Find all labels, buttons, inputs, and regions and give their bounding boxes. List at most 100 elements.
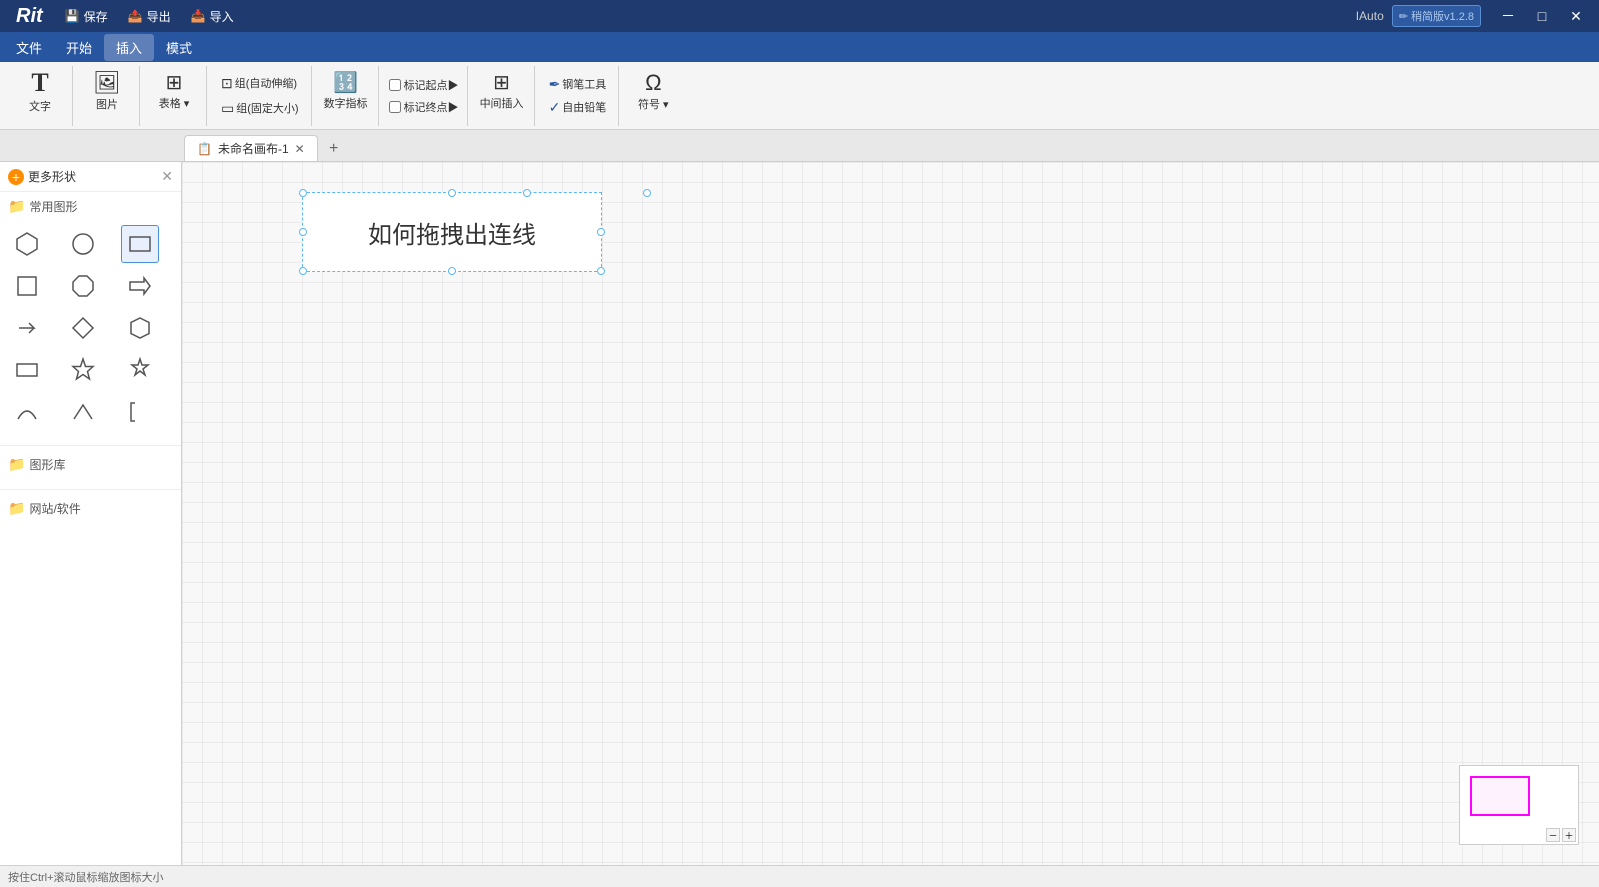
sidebar: + 更多形状 ✕ 📁 常用图形 [0, 162, 182, 865]
sidebar-header: + 更多形状 ✕ [0, 162, 181, 192]
divider2 [0, 489, 181, 490]
minimap-zoom-out[interactable]: － [1546, 828, 1560, 842]
toolbar-group-table: ⊞ 表格 ▾ [142, 66, 207, 126]
handle-bl[interactable] [299, 267, 307, 275]
close-button[interactable]: ✕ [1561, 5, 1591, 27]
image-tool-button[interactable]: 🖼 图片 [83, 66, 131, 118]
shape-square[interactable] [8, 267, 46, 305]
canvas-tab[interactable]: 📋 未命名画布-1 ✕ [184, 135, 318, 161]
minimap-zoom-in[interactable]: ＋ [1562, 828, 1576, 842]
mid-insert-button[interactable]: ⊞ 中间插入 [478, 66, 526, 118]
symbol-icon: Ω [645, 72, 661, 94]
handle-rc[interactable] [597, 228, 605, 236]
canvas-area[interactable]: 如何拖拽出连线 － ＋ [182, 162, 1599, 865]
toolbar-group-symbol: Ω 符号 ▾ [621, 66, 685, 126]
shape-star5[interactable] [64, 351, 102, 389]
shape-rectangle2[interactable] [8, 351, 46, 389]
version-badge: ✏ 稍简版v1.2.8 [1392, 5, 1481, 27]
add-shapes-button[interactable]: + [8, 169, 24, 185]
table-tool-button[interactable]: ⊞ 表格 ▾ [150, 66, 198, 118]
common-shapes-title[interactable]: 📁 常用图形 [8, 198, 173, 215]
canvas-text: 如何拖拽出连线 [368, 215, 536, 250]
tab-add-button[interactable]: + [320, 137, 348, 161]
maximize-button[interactable]: □ [1527, 5, 1557, 27]
status-bar: 按住Ctrl+滚动鼠标缩放图标大小 [0, 865, 1599, 887]
common-shapes-label: 常用图形 [29, 198, 77, 215]
shape-library-title[interactable]: 📁 图形库 [8, 456, 173, 473]
group-auto-button[interactable]: ⊡ 组(自动伸缩) [217, 73, 301, 94]
shape-hexagon[interactable] [8, 225, 46, 263]
shape-diamond[interactable] [64, 309, 102, 347]
minimize-button[interactable]: － [1493, 5, 1523, 27]
tab-bar: 📋 未命名画布-1 ✕ + [0, 130, 1599, 162]
shape-angle[interactable] [64, 393, 102, 431]
image-icon: 🖼 [93, 72, 121, 94]
handle-tr-outer[interactable] [523, 189, 531, 197]
menu-insert[interactable]: 插入 [104, 34, 154, 61]
text-tool-button[interactable]: T 文字 [16, 66, 64, 118]
symbol-label: 符号 ▾ [638, 96, 669, 112]
menu-mode[interactable]: 模式 [154, 34, 204, 61]
freehand-button[interactable]: ✓ 自由铅笔 [545, 97, 611, 118]
handle-tr-far[interactable] [643, 189, 651, 197]
shape-arc[interactable] [8, 393, 46, 431]
export-icon: 📤 [128, 9, 143, 23]
import-button[interactable]: 📥 导入 [185, 6, 240, 27]
more-shapes-label: 更多形状 [28, 168, 76, 185]
symbol-button[interactable]: Ω 符号 ▾ [629, 66, 677, 118]
canvas[interactable]: 如何拖拽出连线 － ＋ [182, 162, 1599, 865]
mark-start-checkbox[interactable] [389, 79, 401, 91]
mark-end-row[interactable]: 标记终点▶ [389, 97, 459, 117]
shape-arrow-outline[interactable] [8, 309, 46, 347]
handle-bc[interactable] [448, 267, 456, 275]
shape-circle[interactable] [64, 225, 102, 263]
menu-bar: 文件 开始 插入 模式 [0, 32, 1599, 62]
toolbar-group-markers: 标记起点▶ 标记终点▶ [381, 66, 468, 126]
sidebar-header-left: + 更多形状 [8, 168, 76, 185]
handle-tc[interactable] [448, 189, 456, 197]
handle-lc[interactable] [299, 228, 307, 236]
save-button[interactable]: 💾 保存 [59, 6, 114, 27]
import-icon: 📥 [191, 9, 206, 23]
menu-file[interactable]: 文件 [4, 34, 54, 61]
mark-start-row[interactable]: 标记起点▶ [389, 75, 459, 95]
number-tool-button[interactable]: 🔢 数字指标 [322, 66, 370, 118]
group-fixed-button[interactable]: ▭ 组(固定大小) [217, 98, 303, 119]
menu-start[interactable]: 开始 [54, 34, 104, 61]
mark-end-checkbox[interactable] [389, 101, 401, 113]
toolbar-group-number: 🔢 数字指标 [314, 66, 379, 126]
website-software-title[interactable]: 📁 网站/软件 [8, 500, 173, 517]
shapes-grid [8, 221, 173, 435]
shape-library-section: 📁 图形库 [0, 450, 181, 485]
folder-icon2: 📁 [8, 456, 25, 473]
export-button[interactable]: 📤 导出 [122, 6, 177, 27]
shape-star6[interactable] [121, 351, 159, 389]
group-fixed-icon: ▭ [221, 100, 234, 117]
toolbar-group-text: T 文字 [8, 66, 73, 126]
shape-bracket[interactable] [121, 393, 159, 431]
tab-close-button[interactable]: ✕ [295, 142, 305, 156]
toolbar-group-group: ⊡ 组(自动伸缩) ▭ 组(固定大小) [209, 66, 312, 126]
minimap: － ＋ [1459, 765, 1579, 845]
shape-octagon[interactable] [64, 267, 102, 305]
canvas-textbox[interactable]: 如何拖拽出连线 [302, 192, 602, 272]
text-label: 文字 [29, 98, 51, 114]
main-layout: + 更多形状 ✕ 📁 常用图形 [0, 162, 1599, 865]
folder-icon3: 📁 [8, 500, 25, 517]
status-hint: 按住Ctrl+滚动鼠标缩放图标大小 [8, 869, 164, 885]
title-bar-right: IAuto ✏ 稍简版v1.2.8 － □ ✕ [1356, 5, 1591, 27]
pen-tool-button[interactable]: ✒ 钢笔工具 [545, 74, 611, 95]
sidebar-close-button[interactable]: ✕ [161, 168, 173, 185]
website-software-section: 📁 网站/软件 [0, 494, 181, 529]
minimap-viewport [1470, 776, 1530, 816]
handle-br[interactable] [597, 267, 605, 275]
number-icon: 🔢 [333, 73, 358, 93]
shape-rectangle[interactable] [121, 225, 159, 263]
toolbar: T 文字 🖼 图片 ⊞ 表格 ▾ ⊡ 组(自动伸缩) ▭ 组(固定大小) 🔢 数… [0, 62, 1599, 130]
mid-insert-icon: ⊞ [493, 73, 510, 93]
image-label: 图片 [96, 96, 118, 112]
divider1 [0, 445, 181, 446]
shape-hexagon2[interactable] [121, 309, 159, 347]
handle-tl[interactable] [299, 189, 307, 197]
shape-arrow-right[interactable] [121, 267, 159, 305]
